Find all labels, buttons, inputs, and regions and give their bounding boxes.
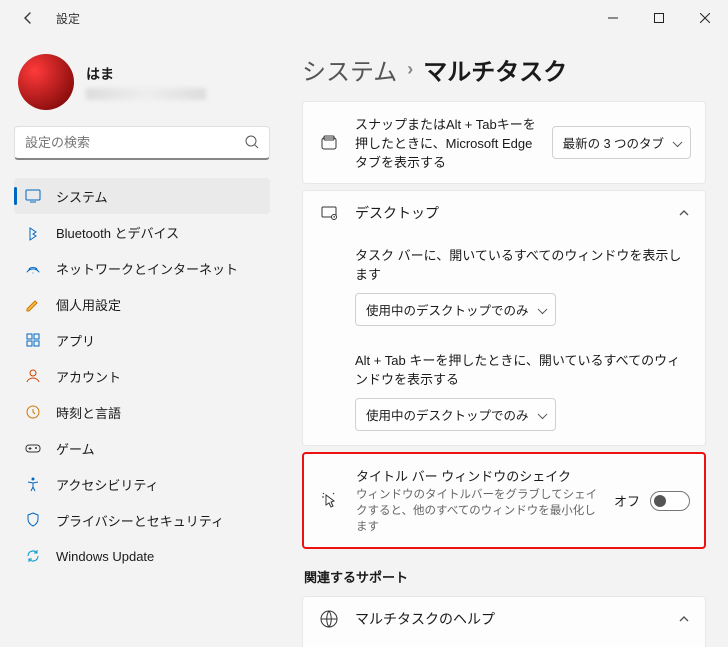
sidebar-item-label: アプリ (56, 331, 95, 350)
sidebar-item-gaming[interactable]: ゲーム (14, 430, 270, 466)
search-input[interactable] (14, 126, 270, 160)
personalize-icon (24, 295, 42, 313)
maximize-button[interactable] (636, 2, 682, 34)
system-icon (24, 187, 42, 205)
privacy-icon (24, 511, 42, 529)
shake-title: タイトル バー ウィンドウのシェイク (356, 466, 600, 485)
sidebar: はま システム Bluetooth とデバイスネットワークとインターネット個人用設… (0, 36, 280, 647)
sidebar-item-network[interactable]: ネットワークとインターネット (14, 250, 270, 286)
shake-toggle[interactable] (650, 491, 690, 511)
help-icon (317, 609, 341, 629)
user-block[interactable]: はま (14, 46, 270, 126)
search-box[interactable] (14, 126, 270, 160)
app-title: 設定 (56, 10, 80, 27)
desktops-header[interactable]: デスクトップ (303, 191, 705, 235)
help-header[interactable]: マルチタスクのヘルプ (303, 597, 705, 641)
desktops-card: デスクトップ タスク バーに、開いているすべてのウィンドウを表示します 使用中の… (302, 190, 706, 446)
breadcrumb: システム › マルチタスク (302, 52, 706, 87)
sidebar-item-label: Bluetooth とデバイス (56, 223, 179, 242)
sidebar-item-update[interactable]: Windows Update (14, 538, 270, 574)
page-title: マルチタスク (423, 52, 567, 87)
maximize-icon (654, 13, 664, 23)
sidebar-item-apps[interactable]: アプリ (14, 322, 270, 358)
main-content: システム › マルチタスク スナップまたはAlt + Tabキーを押したときに、… (280, 36, 728, 647)
sidebar-item-accessibility[interactable]: アクセシビリティ (14, 466, 270, 502)
sidebar-item-label: アクセシビリティ (56, 475, 159, 494)
bluetooth-icon (24, 223, 42, 241)
close-button[interactable] (682, 2, 728, 34)
help-title: マルチタスクのヘルプ (355, 609, 663, 629)
desktops-title: デスクトップ (355, 203, 663, 223)
user-email-blurred (86, 88, 206, 100)
shake-state: オフ (614, 491, 640, 510)
chevron-right-icon: › (407, 59, 413, 80)
help-card: マルチタスクのヘルプ タスク ビューの使用 画面を分割する (302, 596, 706, 647)
accessibility-icon (24, 475, 42, 493)
chevron-up-icon (677, 612, 691, 626)
sidebar-item-personalize[interactable]: 個人用設定 (14, 286, 270, 322)
sidebar-item-privacy[interactable]: プライバシーとセキュリティ (14, 502, 270, 538)
sidebar-item-label: 時刻と言語 (56, 403, 121, 422)
window-controls (590, 2, 728, 34)
nav-list: システム Bluetooth とデバイスネットワークとインターネット個人用設定アプ… (14, 178, 270, 574)
snap-label: スナップまたはAlt + Tabキーを押したときに、Microsoft Edge… (355, 114, 538, 171)
gaming-icon (24, 439, 42, 457)
minimize-icon (608, 13, 618, 23)
sidebar-item-time[interactable]: 時刻と言語 (14, 394, 270, 430)
account-icon (24, 367, 42, 385)
sidebar-item-label: ネットワークとインターネット (56, 259, 238, 278)
sidebar-item-label: 個人用設定 (56, 295, 121, 314)
sidebar-item-account[interactable]: アカウント (14, 358, 270, 394)
desktops-r1-select[interactable]: 使用中のデスクトップでのみ (355, 293, 556, 326)
search-icon (244, 134, 260, 150)
snap-tabs-select[interactable]: 最新の 3 つのタブ (552, 126, 691, 159)
breadcrumb-root[interactable]: システム (302, 52, 397, 87)
desktops-r2-select[interactable]: 使用中のデスクトップでのみ (355, 398, 556, 431)
sidebar-item-label: システム (56, 187, 108, 206)
desktop-icon (317, 204, 341, 222)
chevron-up-icon (677, 206, 691, 220)
cursor-shake-icon (318, 492, 342, 510)
arrow-left-icon (20, 10, 36, 26)
sidebar-item-system[interactable]: システム (14, 178, 270, 214)
minimize-button[interactable] (590, 2, 636, 34)
time-icon (24, 403, 42, 421)
related-title: 関連するサポート (304, 567, 706, 586)
sidebar-item-label: ゲーム (56, 439, 95, 458)
avatar (18, 54, 74, 110)
snap-edge-row: スナップまたはAlt + Tabキーを押したときに、Microsoft Edge… (302, 101, 706, 184)
shake-card[interactable]: タイトル バー ウィンドウのシェイク ウィンドウのタイトルバーをグラブしてシェイ… (302, 452, 706, 549)
close-icon (700, 13, 710, 23)
desktops-r2-label: Alt + Tab キーを押したときに、開いているすべてのウィンドウを表示する (303, 340, 705, 392)
sidebar-item-label: Windows Update (56, 549, 154, 564)
back-button[interactable] (14, 4, 42, 32)
apps-icon (24, 331, 42, 349)
user-name: はま (86, 64, 206, 84)
network-icon (24, 259, 42, 277)
sidebar-item-bluetooth[interactable]: Bluetooth とデバイス (14, 214, 270, 250)
titlebar: 設定 (0, 0, 728, 36)
desktops-r1-label: タスク バーに、開いているすべてのウィンドウを表示します (303, 235, 705, 287)
sidebar-item-label: アカウント (56, 367, 121, 386)
sidebar-item-label: プライバシーとセキュリティ (56, 511, 224, 530)
update-icon (24, 547, 42, 565)
tabs-icon (317, 134, 341, 152)
shake-sub: ウィンドウのタイトルバーをグラブしてシェイクすると、他のすべてのウィンドウを最小… (356, 487, 600, 535)
